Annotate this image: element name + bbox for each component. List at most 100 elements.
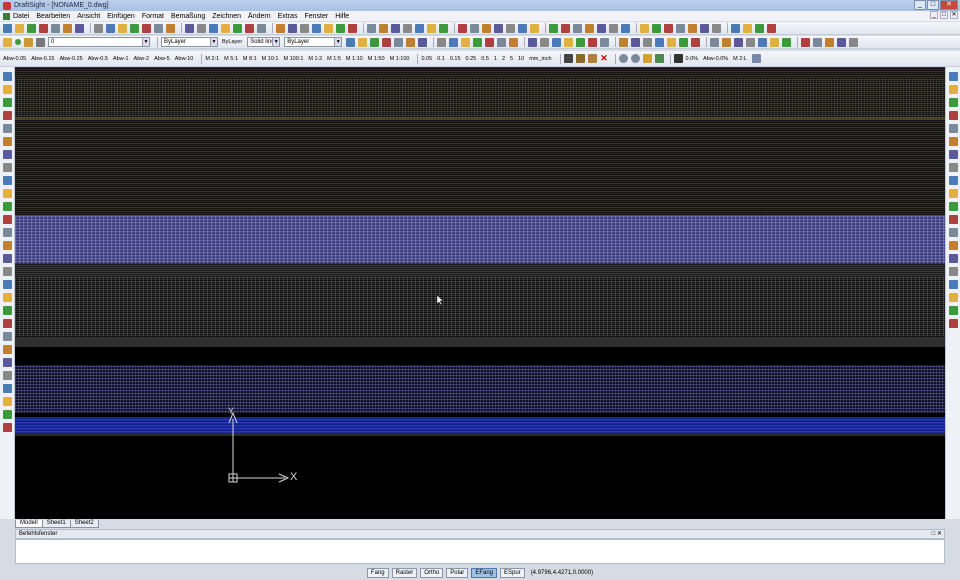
fillet-icon[interactable] xyxy=(540,37,550,47)
mirror-icon[interactable] xyxy=(691,37,701,47)
espur-toggle[interactable]: ESpur xyxy=(500,568,525,578)
undo-icon[interactable] xyxy=(367,23,376,33)
save-icon[interactable] xyxy=(288,23,297,33)
explode-icon[interactable] xyxy=(949,254,958,263)
move-icon[interactable] xyxy=(949,137,958,146)
ratio-10-1[interactable]: M 10:1 xyxy=(262,56,279,62)
mirror-icon[interactable] xyxy=(949,293,958,302)
zoom-window-icon[interactable] xyxy=(154,23,163,33)
circle-icon[interactable] xyxy=(406,37,416,47)
menu-datei[interactable]: Datei xyxy=(13,13,29,20)
match-icon[interactable] xyxy=(770,37,780,47)
layer-icon[interactable] xyxy=(458,23,467,33)
offset-icon[interactable] xyxy=(497,37,507,47)
cut-icon[interactable] xyxy=(63,23,72,33)
width-05[interactable]: 0.5 xyxy=(481,56,489,62)
chevron-down-icon[interactable]: ▼ xyxy=(142,38,149,46)
layer-lock-icon[interactable] xyxy=(36,37,45,47)
text-icon[interactable] xyxy=(3,384,12,393)
document-icon[interactable] xyxy=(3,12,10,20)
pan-icon[interactable] xyxy=(652,23,661,33)
redo-icon[interactable] xyxy=(118,23,127,33)
dimension-icon[interactable] xyxy=(506,23,515,33)
abw-percent-value[interactable]: Abw-0.0% xyxy=(703,56,728,62)
layers-icon[interactable] xyxy=(654,54,664,63)
scale-abw-05[interactable]: Abw-0.5 xyxy=(88,56,108,62)
width-015[interactable]: 0.15 xyxy=(450,56,461,62)
doc-minimize-button[interactable]: _ xyxy=(930,11,938,19)
zoom-extents-icon[interactable] xyxy=(688,23,697,33)
scale-abw-2[interactable]: Abw-2 xyxy=(134,56,150,62)
spline-icon[interactable] xyxy=(849,37,859,47)
hatch-icon[interactable] xyxy=(3,189,12,198)
trim-icon[interactable] xyxy=(949,189,958,198)
rotate-icon[interactable] xyxy=(461,37,471,47)
layer-icon[interactable] xyxy=(712,23,721,33)
pencil-icon[interactable] xyxy=(587,54,597,63)
rectangle-icon[interactable] xyxy=(837,37,847,47)
zoom-extents-icon[interactable] xyxy=(166,23,175,33)
line-icon[interactable] xyxy=(576,37,586,47)
trim-icon[interactable] xyxy=(509,37,519,47)
close-button[interactable]: ✕ xyxy=(940,0,958,10)
print-icon[interactable] xyxy=(39,23,48,33)
delete-icon[interactable]: ✕ xyxy=(600,54,609,63)
copy-icon[interactable] xyxy=(336,23,345,33)
extend-icon[interactable] xyxy=(528,37,538,47)
open-icon[interactable] xyxy=(530,23,539,33)
extend-icon[interactable] xyxy=(734,37,744,47)
circle-icon[interactable] xyxy=(3,98,12,107)
pan-icon[interactable] xyxy=(130,23,139,33)
preview-icon[interactable] xyxy=(573,23,582,33)
menu-hilfe[interactable]: Hilfe xyxy=(335,13,349,20)
circle-icon[interactable] xyxy=(3,280,12,289)
scale-abw-025[interactable]: Abw-0.25 xyxy=(60,56,83,62)
block-icon[interactable] xyxy=(3,397,12,406)
m-value[interactable]: M 2:L xyxy=(733,56,747,62)
layer-state-icon[interactable] xyxy=(346,37,356,47)
rectangle-icon[interactable] xyxy=(418,37,428,47)
car-icon[interactable] xyxy=(673,54,683,63)
ratio-8-1[interactable]: M 8:1 xyxy=(243,56,257,62)
layer-state-icon[interactable] xyxy=(758,37,768,47)
width-10[interactable]: 10 xyxy=(518,56,524,62)
insert-icon[interactable] xyxy=(3,228,12,237)
lineweight-dropdown[interactable]: ByLayer ▼ xyxy=(284,37,343,47)
properties-icon[interactable] xyxy=(439,23,448,33)
trim-icon[interactable] xyxy=(722,37,732,47)
copy-icon[interactable] xyxy=(949,280,958,289)
percent-value[interactable]: 0.0% xyxy=(686,56,699,62)
chevron-down-icon[interactable]: ▼ xyxy=(210,38,217,46)
array-icon[interactable] xyxy=(949,319,958,328)
preview-icon[interactable] xyxy=(51,23,60,33)
polyline-icon[interactable] xyxy=(588,37,598,47)
arc-icon[interactable] xyxy=(394,37,404,47)
dimension-icon[interactable] xyxy=(245,23,254,33)
zoom-icon[interactable] xyxy=(403,23,412,33)
fang-toggle[interactable]: Fang xyxy=(366,568,389,578)
polyline-icon[interactable] xyxy=(382,37,392,47)
print-icon[interactable] xyxy=(561,23,570,33)
open-icon[interactable] xyxy=(15,23,24,33)
tab-sheet2[interactable]: Sheet2 xyxy=(69,520,99,528)
command-input[interactable] xyxy=(15,539,945,564)
undo-icon[interactable] xyxy=(106,23,115,33)
width-1[interactable]: 1 xyxy=(494,56,497,62)
menu-zeichnen[interactable]: Zeichnen xyxy=(212,13,241,20)
rectangle-icon[interactable] xyxy=(3,293,12,302)
zoom-extents-icon[interactable] xyxy=(427,23,436,33)
spline-icon[interactable] xyxy=(437,37,447,47)
copy-icon[interactable] xyxy=(597,23,606,33)
hatch-icon[interactable] xyxy=(221,23,230,33)
save-icon[interactable] xyxy=(27,23,36,33)
rotate-icon[interactable] xyxy=(667,37,677,47)
polyline-icon[interactable] xyxy=(3,267,12,276)
chevron-down-icon[interactable]: ▼ xyxy=(272,38,280,46)
block-icon[interactable] xyxy=(3,215,12,224)
circle-icon[interactable] xyxy=(619,37,629,47)
layer-manager-icon[interactable] xyxy=(3,37,12,47)
text-icon[interactable] xyxy=(233,23,242,33)
tab-sheet1[interactable]: Sheet1 xyxy=(41,520,71,528)
hatch-icon[interactable] xyxy=(743,23,752,33)
pan-icon[interactable] xyxy=(391,23,400,33)
